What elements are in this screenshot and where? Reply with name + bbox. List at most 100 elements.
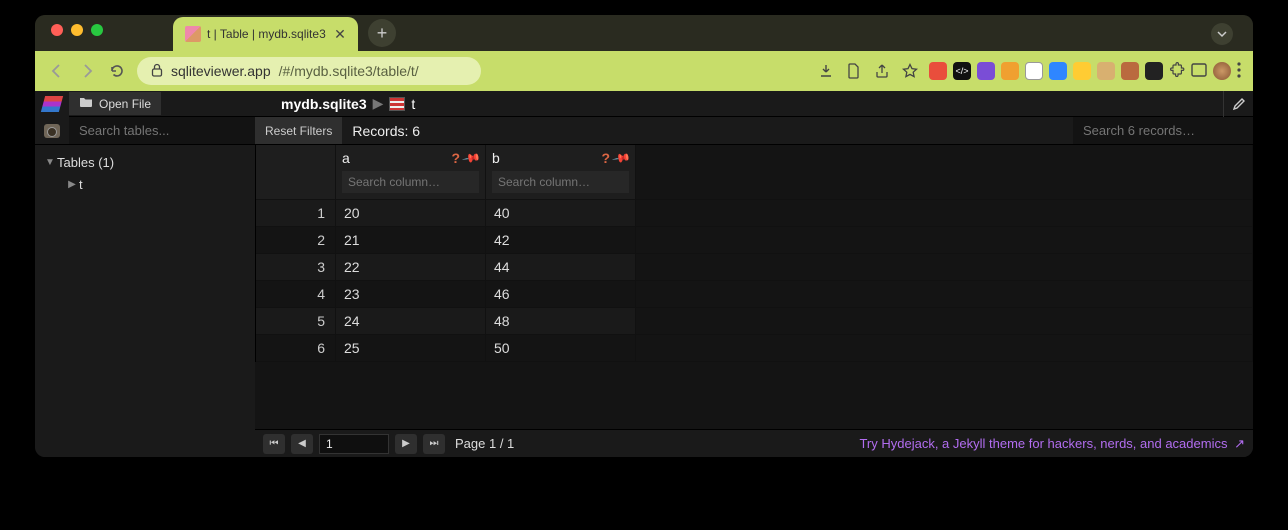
external-link-icon: ↗ xyxy=(1234,436,1245,451)
install-app-icon[interactable] xyxy=(817,62,835,80)
maximize-window-button[interactable] xyxy=(91,24,103,36)
tab-close-button[interactable]: ✕ xyxy=(332,26,348,42)
window-controls xyxy=(51,15,103,51)
extension-icon[interactable] xyxy=(929,62,947,80)
last-page-button[interactable]: ⏭ xyxy=(423,434,445,454)
url-host: sqliteviewer.app xyxy=(171,63,271,79)
sidebar-item-table[interactable]: ▶ t xyxy=(35,173,255,195)
prev-page-button[interactable]: ◀ xyxy=(291,434,313,454)
cell[interactable]: 44 xyxy=(486,254,636,281)
cell[interactable]: 23 xyxy=(336,281,486,308)
promo-link[interactable]: Try Hydejack, a Jekyll theme for hackers… xyxy=(859,436,1245,452)
extension-icons: </> xyxy=(929,62,1241,81)
address-bar[interactable]: sqliteviewer.app/#/mydb.sqlite3/table/t/ xyxy=(137,57,481,85)
folder-icon xyxy=(79,96,93,111)
bookmark-star-icon[interactable] xyxy=(901,62,919,80)
sidebar-group-tables[interactable]: ▼ Tables (1) xyxy=(35,151,255,173)
extension-icon[interactable] xyxy=(1145,62,1163,80)
data-grid-wrap: a ? 📌 b ? 📌 xyxy=(255,145,1253,429)
extension-icon[interactable] xyxy=(1025,62,1043,80)
cell-empty xyxy=(636,200,1253,227)
next-page-button[interactable]: ▶ xyxy=(395,434,417,454)
records-count: Records: 6 xyxy=(342,117,430,144)
chrome-menu-icon[interactable] xyxy=(1237,62,1241,81)
page-input[interactable] xyxy=(319,434,389,454)
page-indicator: Page 1 / 1 xyxy=(455,436,514,451)
extension-icon[interactable] xyxy=(1001,62,1019,80)
cell[interactable]: 21 xyxy=(336,227,486,254)
cell-empty xyxy=(636,281,1253,308)
app-toolbar: Open File mydb.sqlite3 ▶ t xyxy=(35,91,1253,117)
column-header-b[interactable]: b ? 📌 xyxy=(486,145,636,200)
search-records-input[interactable] xyxy=(1073,117,1253,144)
row-number[interactable]: 6 xyxy=(256,335,336,362)
extension-icon[interactable] xyxy=(1097,62,1115,80)
column-header-a[interactable]: a ? 📌 xyxy=(336,145,486,200)
cell[interactable]: 48 xyxy=(486,308,636,335)
row-number[interactable]: 3 xyxy=(256,254,336,281)
extensions-puzzle-icon[interactable] xyxy=(1169,62,1185,81)
column-type-unknown-icon[interactable]: ? xyxy=(451,150,460,166)
first-page-button[interactable]: ⏮ xyxy=(263,434,285,454)
cell[interactable]: 22 xyxy=(336,254,486,281)
pin-column-icon[interactable]: 📌 xyxy=(611,148,631,168)
cell-empty xyxy=(636,254,1253,281)
disclosure-triangle-icon[interactable]: ▶ xyxy=(65,179,79,190)
cell[interactable]: 24 xyxy=(336,308,486,335)
cell[interactable]: 25 xyxy=(336,335,486,362)
extension-icon[interactable] xyxy=(1049,62,1067,80)
column-search-input[interactable] xyxy=(492,171,629,193)
pin-column-icon[interactable]: 📌 xyxy=(461,148,481,168)
row-number[interactable]: 2 xyxy=(256,227,336,254)
reload-button[interactable] xyxy=(107,61,127,81)
edit-button[interactable] xyxy=(1223,91,1253,117)
reset-filters-button[interactable]: Reset Filters xyxy=(255,117,342,144)
lock-icon xyxy=(151,63,163,80)
breadcrumb-table[interactable]: t xyxy=(411,96,415,112)
back-button[interactable] xyxy=(47,61,67,81)
column-header-empty xyxy=(636,145,1253,200)
data-grid: a ? 📌 b ? 📌 xyxy=(255,145,1253,362)
file-icon[interactable] xyxy=(845,62,863,80)
share-icon[interactable] xyxy=(873,62,891,80)
extension-icon[interactable] xyxy=(1121,62,1139,80)
extension-icon[interactable]: </> xyxy=(953,62,971,80)
window-icon[interactable] xyxy=(1191,63,1207,80)
search-tables-input[interactable] xyxy=(69,117,255,144)
column-type-unknown-icon[interactable]: ? xyxy=(601,150,610,166)
browser-tab[interactable]: t | Table | mydb.sqlite3 ✕ xyxy=(173,17,358,51)
breadcrumb-db[interactable]: mydb.sqlite3 xyxy=(281,96,367,112)
extension-icon[interactable] xyxy=(1073,62,1091,80)
column-search-input[interactable] xyxy=(342,171,479,193)
cell[interactable]: 20 xyxy=(336,200,486,227)
disclosure-triangle-icon[interactable]: ▼ xyxy=(43,157,57,168)
tab-title: t | Table | mydb.sqlite3 xyxy=(207,27,326,41)
open-file-label: Open File xyxy=(99,97,151,111)
minimize-window-button[interactable] xyxy=(71,24,83,36)
profile-avatar[interactable] xyxy=(1213,62,1231,80)
close-window-button[interactable] xyxy=(51,24,63,36)
open-file-button[interactable]: Open File xyxy=(69,92,161,115)
cell-empty xyxy=(636,335,1253,362)
row-number[interactable]: 1 xyxy=(256,200,336,227)
row-number[interactable]: 5 xyxy=(256,308,336,335)
url-actions xyxy=(817,62,919,80)
new-tab-button[interactable]: + xyxy=(368,19,396,47)
cell[interactable]: 46 xyxy=(486,281,636,308)
table-icon xyxy=(389,97,405,111)
tabs-overflow-button[interactable] xyxy=(1211,23,1233,45)
cell[interactable]: 42 xyxy=(486,227,636,254)
browser-toolbar: sqliteviewer.app/#/mydb.sqlite3/table/t/… xyxy=(35,51,1253,91)
screenshot-button[interactable] xyxy=(35,117,69,144)
promo-text: Try Hydejack, a Jekyll theme for hackers… xyxy=(859,436,1227,451)
browser-window: t | Table | mydb.sqlite3 ✕ + sqliteviewe… xyxy=(35,15,1253,457)
cell[interactable]: 50 xyxy=(486,335,636,362)
extension-icon[interactable] xyxy=(977,62,995,80)
cell[interactable]: 40 xyxy=(486,200,636,227)
app-viewport: Open File mydb.sqlite3 ▶ t Reset Filters… xyxy=(35,91,1253,457)
forward-button[interactable] xyxy=(77,61,97,81)
row-number-header xyxy=(256,145,336,200)
tab-favicon-icon xyxy=(185,26,201,42)
row-number[interactable]: 4 xyxy=(256,281,336,308)
breadcrumb-separator-icon: ▶ xyxy=(373,95,384,112)
